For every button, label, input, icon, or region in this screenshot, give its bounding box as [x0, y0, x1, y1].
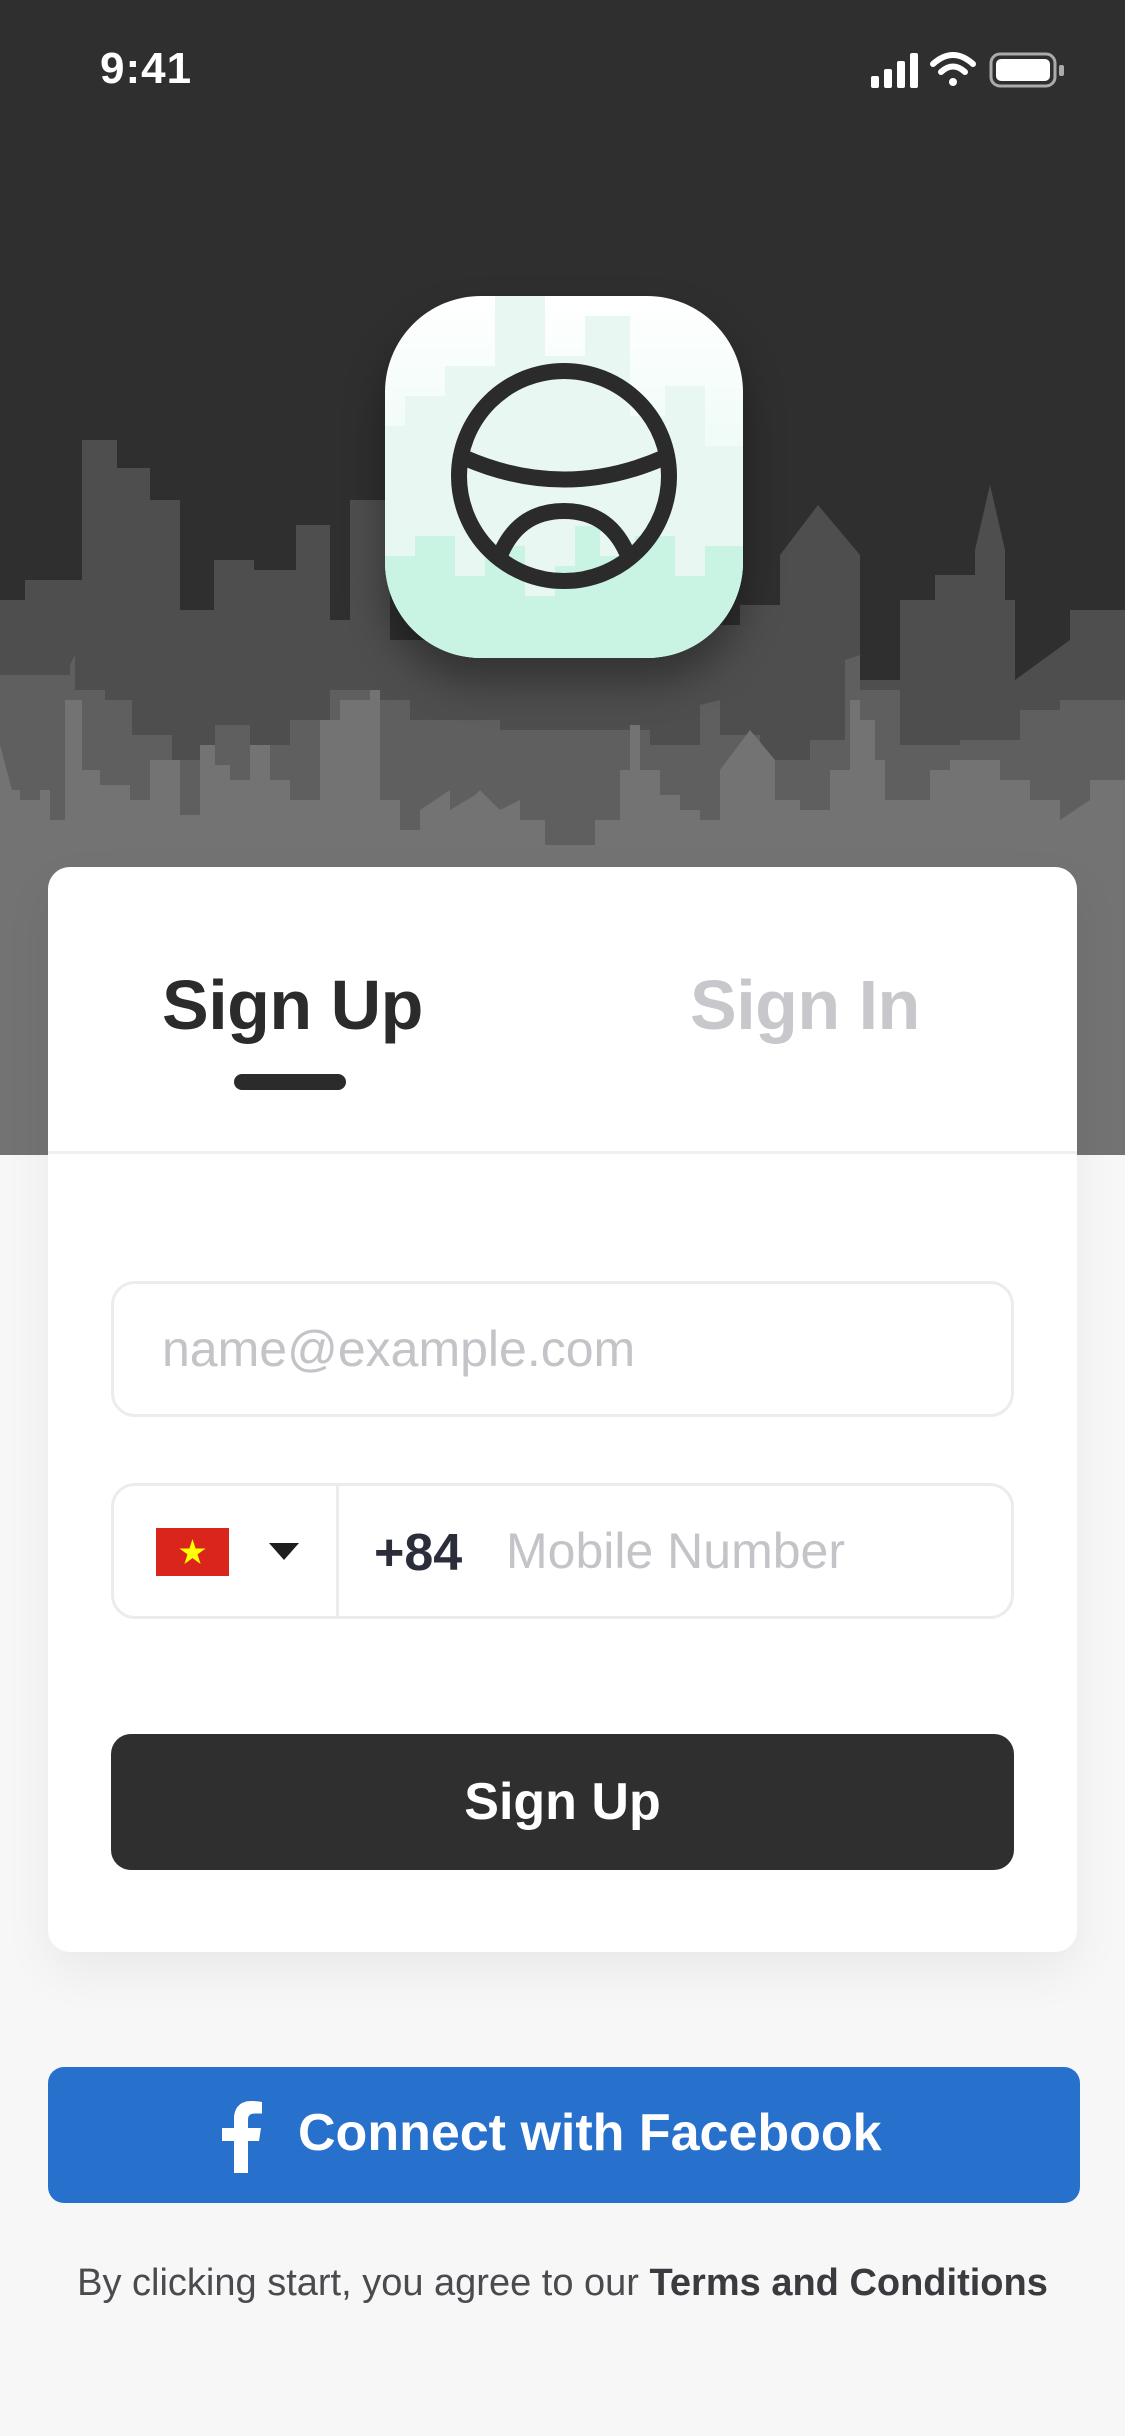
auth-card: Sign Up Sign In +84 Sign Up: [48, 867, 1077, 1952]
active-tab-indicator: [234, 1074, 346, 1090]
email-field: [111, 1281, 1014, 1417]
terms-prefix: By clicking start, you agree to our: [77, 2262, 639, 2304]
country-code-selector[interactable]: [114, 1486, 339, 1616]
app-logo: [385, 296, 743, 658]
chevron-down-icon: [269, 1543, 299, 1560]
tab-sign-up[interactable]: Sign Up: [162, 965, 423, 1045]
facebook-icon: [222, 2101, 262, 2173]
sign-up-button[interactable]: Sign Up: [111, 1734, 1014, 1870]
phone-field: +84: [111, 1483, 1014, 1619]
connect-facebook-button[interactable]: Connect with Facebook: [48, 2067, 1080, 2203]
dial-code: +84: [374, 1524, 463, 1582]
email-input[interactable]: [162, 1284, 982, 1414]
status-icons: [871, 52, 1064, 88]
terms-and-conditions-link[interactable]: Terms and Conditions: [650, 2262, 1048, 2304]
facebook-button-label: Connect with Facebook: [298, 2104, 882, 2162]
auth-tabs: Sign Up Sign In: [48, 867, 1077, 1154]
vietnam-flag-icon: [156, 1528, 229, 1576]
battery-icon: [989, 52, 1064, 88]
wifi-icon: [930, 52, 976, 86]
status-bar: 9:41: [0, 0, 1125, 140]
cellular-signal-icon: [871, 53, 918, 88]
status-time: 9:41: [100, 44, 193, 93]
tab-sign-in[interactable]: Sign In: [690, 965, 920, 1045]
terms-notice: By clicking start, you agree to our Term…: [0, 2262, 1125, 2305]
mobile-number-input[interactable]: [506, 1486, 986, 1616]
steering-wheel-logo-icon: [385, 296, 743, 658]
